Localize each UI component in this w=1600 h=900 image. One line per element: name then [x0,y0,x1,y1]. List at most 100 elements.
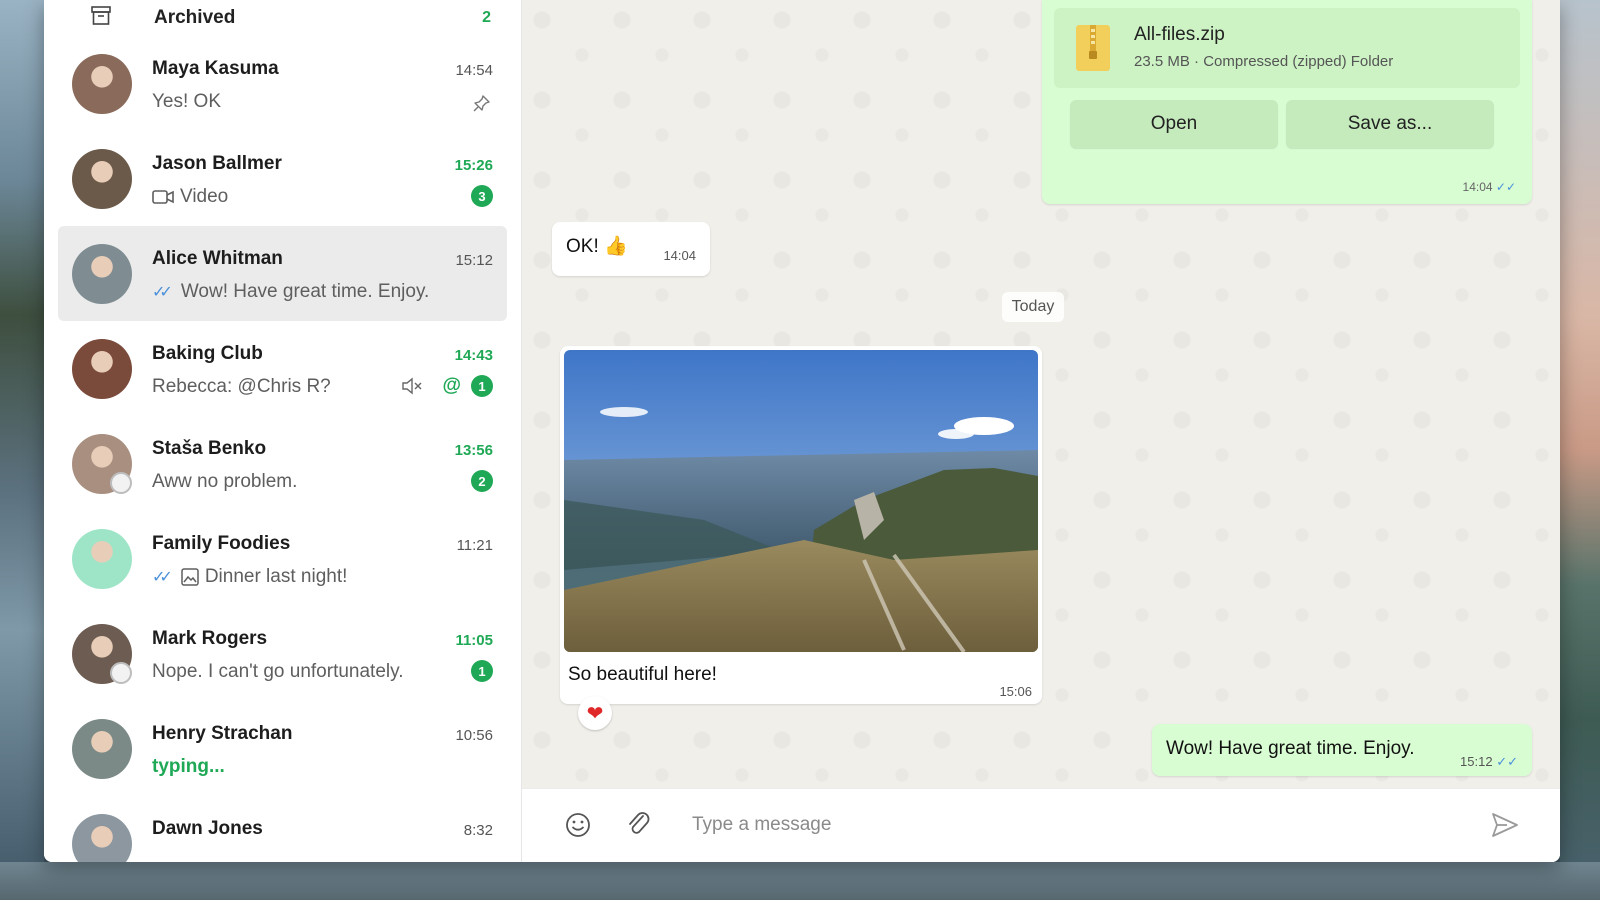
save-as-button[interactable]: Save as... [1286,100,1494,148]
message-text: OK! 👍 [566,236,628,257]
chat-preview-text: Dinner last night! [204,566,348,587]
chat-item[interactable]: Henry Strachan 10:56 typing... [58,701,507,796]
message-time: 15:06 [999,684,1032,699]
chat-item[interactable]: Alice Whitman 15:12 ✓✓ Wow! Have great time… [58,226,507,321]
avatar [72,149,132,209]
chat-time: 14:43 [454,347,493,364]
chat-item[interactable]: Baking Club 14:43 Rebecca: @Chris R? 1 @ [58,321,507,416]
image-icon [181,568,199,586]
chat-time: 8:32 [463,822,493,839]
chat-preview: ✓✓ Dinner last night! [152,566,347,588]
chat-item[interactable]: Staša Benko 13:56 Aww no problem. 2 [58,416,507,511]
message-text: Wow! Have great time. Enjoy. [1166,738,1415,759]
photo-caption: So beautiful here! [568,664,717,685]
chat-item[interactable]: Maya Kasuma 14:54 Yes! OK [58,36,507,131]
message-time: 15:12 ✓✓ [1460,754,1518,769]
archived-label: Archived [154,7,236,28]
message-time: 14:04 [663,248,696,263]
chat-item[interactable]: Mark Rogers 11:05 Nope. I can't go unfortu… [58,606,507,701]
outgoing-message[interactable]: Wow! Have great time. Enjoy. 15:12 ✓✓ [1152,724,1532,776]
chat-preview: typing... [152,756,225,778]
desktop-wallpaper-left [0,0,44,900]
chat-item[interactable]: Family Foodies 11:21 ✓✓ Dinner last night! [58,511,507,606]
chat-preview-text: Wow! Have great time. Enjoy. [180,281,430,302]
chat-time: 11:05 [455,632,493,649]
chat-list: Maya Kasuma 14:54 Yes! OK Jason Ballmer 15:2… [44,36,521,862]
message-input[interactable] [692,807,1392,843]
archived-count: 2 [482,9,491,26]
chat-preview: Nope. I can't go unfortunately. [152,661,404,683]
chat-preview-text: Yes! OK [152,91,222,112]
archived-row[interactable]: Archived 2 [44,0,521,36]
chat-name: Dawn Jones [152,818,263,839]
date-separator: Today [1002,292,1064,322]
read-ticks-icon: ✓✓ [152,569,173,586]
chat-name: Family Foodies [152,533,291,554]
desktop-wallpaper-right [1560,0,1600,900]
chat-preview: Rebecca: @Chris R? [152,376,331,398]
read-ticks-icon: ✓✓ [152,284,173,301]
chat-preview: Yes! OK [152,91,221,113]
avatar [72,339,132,399]
desktop-wallpaper-bottom [0,862,1600,900]
chat-time: 11:21 [456,537,493,554]
chat-preview-text: Video [180,186,229,207]
zip-folder-icon [1076,25,1110,71]
file-attachment[interactable]: All-files.zip 23.5 MB · Compressed (zipp… [1054,8,1520,88]
file-meta: 23.5 MB · Compressed (zipped) Folder [1134,53,1394,70]
mountain-photo[interactable] [564,350,1038,652]
file-name: All-files.zip [1134,24,1225,45]
chat-name: Baking Club [152,343,263,364]
read-ticks-icon: ✓✓ [1496,754,1518,769]
chat-preview-text: typing... [152,756,225,777]
chat-name: Mark Rogers [152,628,268,649]
avatar [72,244,132,304]
chat-list-sidebar: Archived 2 Maya Kasuma 14:54 Yes! OK Jason … [44,0,522,862]
read-ticks-icon: ✓✓ [1495,180,1516,194]
archive-icon [91,6,111,25]
avatar [72,719,132,779]
chat-name: Staša Benko [152,438,267,459]
paperclip-icon[interactable] [624,809,652,839]
send-icon[interactable] [1490,811,1520,839]
chat-name: Maya Kasuma [152,58,279,79]
chat-item[interactable]: Dawn Jones 8:32 [58,796,507,862]
message-composer [522,788,1560,862]
emoji-icon[interactable] [564,811,592,839]
chat-preview-text: Rebecca: @Chris R? [152,376,331,397]
message-time: 14:04 ✓✓ [1462,180,1516,194]
unread-badge: 3 [471,185,493,207]
unread-badge: 2 [471,470,493,492]
chat-time: 15:26 [454,157,493,174]
chat-name: Alice Whitman [152,248,283,269]
chat-time: 15:12 [455,252,493,269]
video-icon [152,190,174,204]
chat-preview: Aww no problem. [152,471,297,493]
chat-preview: Video [152,186,228,208]
chat-preview-text: Aww no problem. [152,471,298,492]
open-file-button[interactable]: Open [1070,100,1278,148]
file-message-bubble: All-files.zip 23.5 MB · Compressed (zipp… [1042,0,1532,204]
pin-icon [473,95,490,112]
chat-preview-text: Nope. I can't go unfortunately. [152,661,404,682]
photo-message-bubble: So beautiful here! 15:06 [560,346,1042,704]
chat-time: 13:56 [454,442,493,459]
chat-name: Henry Strachan [152,723,293,744]
status-icon [110,472,132,494]
chat-preview: ✓✓ Wow! Have great time. Enjoy. [152,281,429,303]
chat-time: 10:56 [455,727,493,744]
unread-badge: 1 [471,375,493,397]
chat-name: Jason Ballmer [152,153,282,174]
incoming-message[interactable]: OK! 👍 14:04 [552,222,710,276]
unread-badge: 1 [471,660,493,682]
avatar [72,814,132,862]
chat-item[interactable]: Jason Ballmer 15:26 Video 3 [58,131,507,226]
mention-icon: @ [442,375,461,396]
app-window: Archived 2 Maya Kasuma 14:54 Yes! OK Jason … [44,0,1560,862]
status-icon [110,662,132,684]
chat-time: 14:54 [455,62,493,79]
avatar [72,529,132,589]
muted-speaker-icon [402,377,422,395]
heart-reaction-icon[interactable]: ❤ [578,696,612,730]
conversation-pane: All-files.zip 23.5 MB · Compressed (zipp… [522,0,1560,862]
